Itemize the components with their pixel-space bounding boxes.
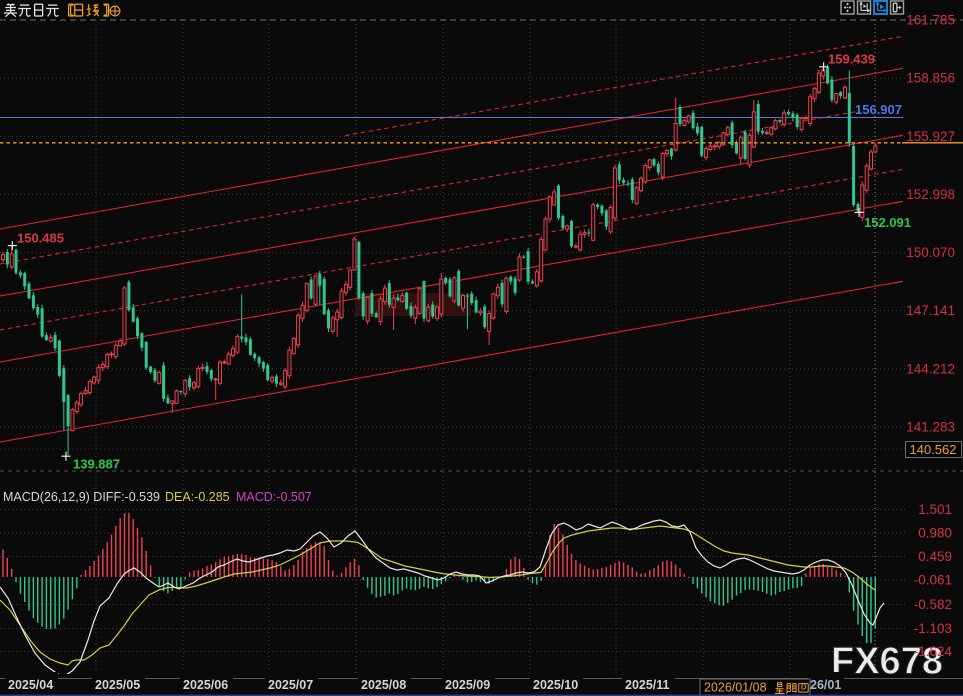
svg-text:0.459: 0.459 <box>918 549 952 564</box>
svg-text:158.856: 158.856 <box>906 71 955 86</box>
svg-text:DEA:-0.285: DEA:-0.285 <box>165 490 230 504</box>
svg-text:150.485: 150.485 <box>17 231 64 246</box>
svg-text:2025/04: 2025/04 <box>8 678 53 692</box>
svg-text:-0.061: -0.061 <box>914 573 952 588</box>
svg-text:152.091: 152.091 <box>864 215 911 230</box>
svg-text:144.212: 144.212 <box>906 361 955 376</box>
svg-text:159.439: 159.439 <box>828 52 875 67</box>
svg-text:0.980: 0.980 <box>918 526 952 541</box>
svg-text:155.927: 155.927 <box>906 129 955 144</box>
svg-text:2025/07: 2025/07 <box>268 678 313 692</box>
svg-text:-1.103: -1.103 <box>914 621 952 636</box>
svg-text:150.070: 150.070 <box>906 245 955 260</box>
svg-text:141.283: 141.283 <box>906 420 955 435</box>
svg-text:-1.624: -1.624 <box>914 644 953 659</box>
svg-text:1.501: 1.501 <box>918 502 952 517</box>
svg-text:2026/01/08: 2026/01/08 <box>704 681 767 695</box>
svg-text:139.887: 139.887 <box>73 457 120 472</box>
svg-text:140.562: 140.562 <box>910 442 957 457</box>
svg-text:MACD:-0.507: MACD:-0.507 <box>236 490 312 504</box>
svg-text:-0.582: -0.582 <box>914 597 952 612</box>
svg-text:2025/10: 2025/10 <box>533 678 578 692</box>
svg-text:152.998: 152.998 <box>906 187 955 202</box>
svg-text:161.785: 161.785 <box>906 13 955 28</box>
svg-text:2025/08: 2025/08 <box>361 678 406 692</box>
svg-text:147.141: 147.141 <box>906 303 955 318</box>
svg-text:156.907: 156.907 <box>855 102 902 117</box>
svg-text:2025/06: 2025/06 <box>183 678 228 692</box>
svg-text:MACD(26,12,9) DIFF:-0.539: MACD(26,12,9) DIFF:-0.539 <box>3 490 160 504</box>
svg-text:2025/09: 2025/09 <box>445 678 490 692</box>
svg-text:2025/11: 2025/11 <box>625 678 670 692</box>
svg-text:2025/05: 2025/05 <box>95 678 140 692</box>
svg-text:26/01: 26/01 <box>810 678 841 692</box>
